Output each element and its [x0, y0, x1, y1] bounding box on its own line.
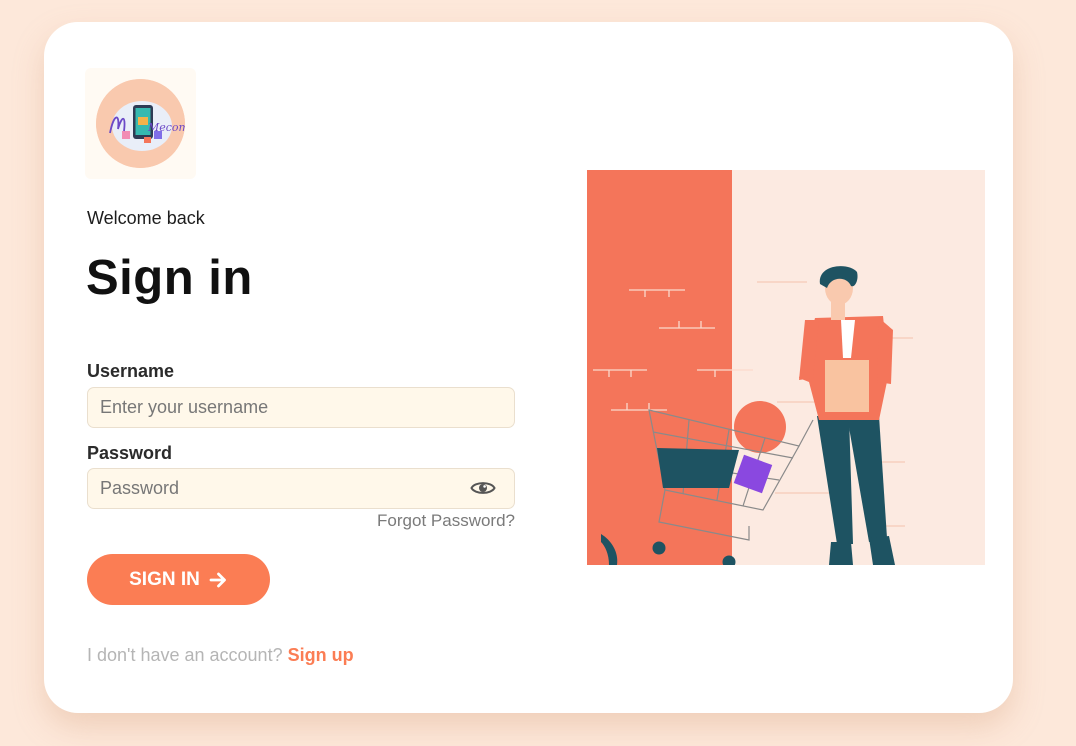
eye-icon[interactable] — [470, 478, 496, 498]
welcome-text: Welcome back — [87, 208, 205, 228]
svg-text:Mecom: Mecom — [147, 121, 185, 134]
forgot-password-link[interactable]: Forgot Password? — [377, 511, 515, 531]
arrow-right-icon — [209, 572, 226, 587]
man-with-shopping-cart-illustration — [587, 170, 985, 569]
sign-up-link[interactable]: Sign up — [288, 645, 354, 665]
password-label: Password — [87, 443, 173, 463]
username-input[interactable] — [87, 387, 515, 428]
password-input[interactable] — [87, 468, 515, 509]
sign-in-button-label: SIGN IN — [129, 568, 200, 590]
brand-logo: Mecom — [85, 68, 196, 179]
mecom-logo-icon: Mecom — [96, 79, 185, 168]
username-label: Username — [87, 361, 175, 381]
no-account-text: I don't have an account? — [87, 645, 283, 665]
page-title: Sign in — [86, 251, 253, 305]
sign-in-button[interactable]: SIGN IN — [87, 554, 270, 605]
signup-prompt: I don't have an account? Sign up — [87, 645, 354, 666]
login-card: Mecom Welcome back Sign in Username Pass… — [44, 22, 1013, 713]
